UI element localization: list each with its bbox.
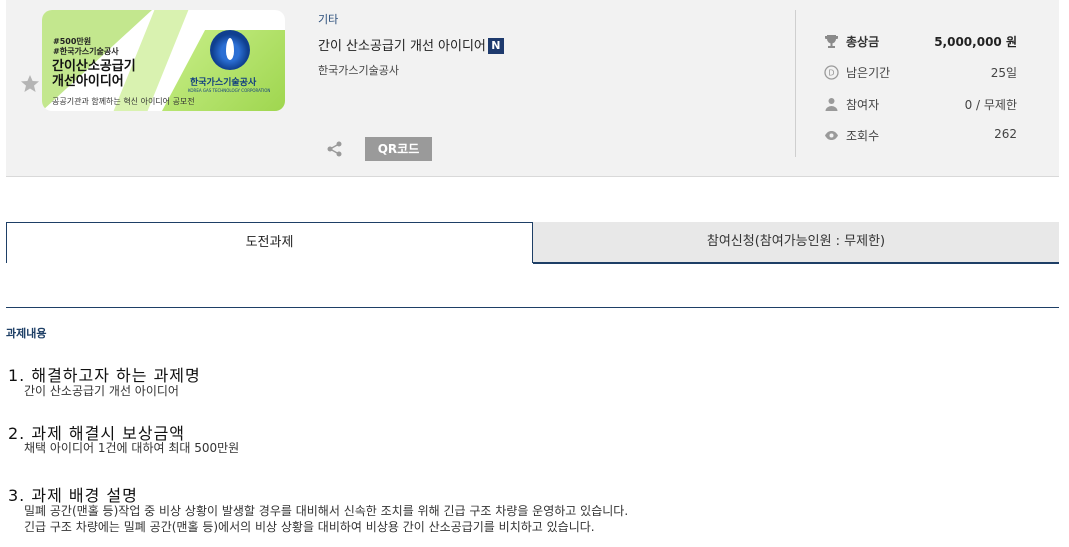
stat-participants-label: 참여자 (846, 98, 880, 112)
stat-total-prize-value: 5,000,000 원 (934, 35, 1017, 49)
contest-header-card: #500만원 #한국가스기술공사 간이산소공급기 개선아이디어 공공기관과 함께… (6, 0, 1059, 177)
stat-total-prize: 총상금 5,000,000 원 (824, 32, 1017, 52)
stat-views-label: 조회수 (846, 129, 880, 143)
stat-views-value: 262 (994, 127, 1017, 141)
contest-category: 기타 (318, 13, 339, 26)
stat-remaining-value: 25일 (990, 66, 1017, 80)
item-body-3-line-2: 긴급 구조 차량에는 밀폐 공간(맨홀 등)에서의 비상 상황을 대비하여 비상… (24, 520, 595, 534)
banner-title-line1: 간이산소공급기 (52, 59, 136, 74)
stat-views: 조회수 262 (824, 126, 1017, 146)
new-badge: N (487, 38, 504, 54)
organization-logo-icon (210, 30, 250, 70)
tab-bar: 도전과제 참여신청(참여가능인원 : 무제한) (6, 222, 1059, 264)
share-icon[interactable] (326, 140, 344, 158)
eye-icon (825, 131, 838, 140)
contest-title-text: 간이 산소공급기 개선 아이디어 (318, 39, 486, 54)
item-body-3-line-1: 밀폐 공간(맨홀 등)작업 중 비상 상황이 발생할 경우를 대비해서 신속한 … (24, 504, 629, 518)
d-day-icon: D (824, 65, 839, 80)
banner-title-line2: 개선아이디어 (52, 74, 124, 89)
contest-banner-image: #500만원 #한국가스기술공사 간이산소공급기 개선아이디어 공공기관과 함께… (42, 10, 285, 111)
svg-text:D: D (828, 69, 834, 78)
tab-apply[interactable]: 참여신청(참여가능인원 : 무제한) (533, 222, 1059, 264)
banner-logo-english: KOREA GAS TECHNOLOGY CORPORATION (188, 88, 271, 93)
item-body-2-line-1: 채택 아이디어 1건에 대하여 최대 500만원 (24, 441, 240, 455)
content-divider (6, 307, 1059, 308)
contest-title: 간이 산소공급기 개선 아이디어 N (318, 35, 504, 54)
stat-participants: 참여자 0 / 무제한 (824, 95, 1017, 115)
favorite-star-icon[interactable] (20, 74, 40, 94)
banner-logo-text: 한국가스기술공사 (190, 78, 257, 88)
banner-subtitle: 공공기관과 함께하는 혁신 아이디어 공모전 (52, 97, 195, 106)
stat-remaining-period: D 남은기간 25일 (824, 63, 1017, 83)
tab-challenge[interactable]: 도전과제 (6, 222, 533, 263)
banner-tag-org: #한국가스기술공사 (53, 47, 119, 56)
contest-organizer: 한국가스기술공사 (318, 64, 399, 77)
section-label: 과제내용 (6, 327, 47, 340)
stat-total-prize-label: 총상금 (846, 35, 880, 49)
item-body-1-line-1: 간이 산소공급기 개선 아이디어 (24, 384, 179, 398)
stat-participants-value: 0 / 무제한 (964, 98, 1017, 112)
person-icon (825, 98, 838, 111)
stat-remaining-label: 남은기간 (846, 66, 891, 80)
trophy-icon (825, 35, 838, 48)
qr-code-button[interactable]: QR코드 (365, 137, 432, 161)
stats-divider (795, 10, 796, 157)
